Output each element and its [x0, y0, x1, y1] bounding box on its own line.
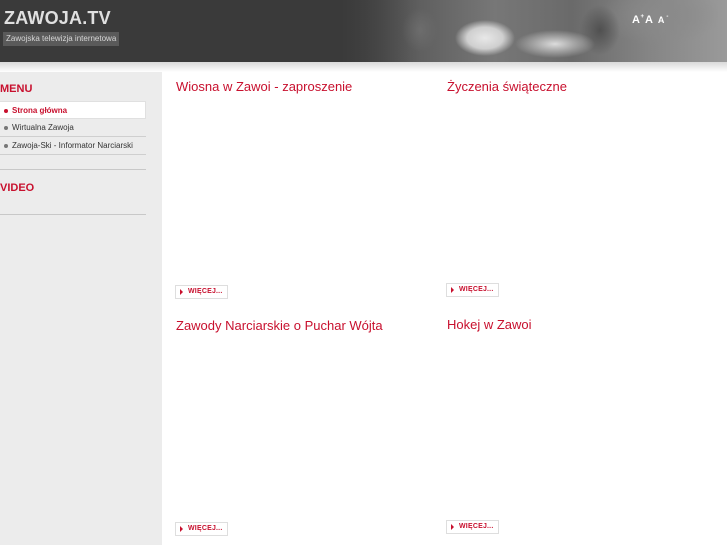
more-button-label: WIĘCEJ... [459, 286, 494, 293]
font-increase-sup: + [640, 14, 644, 20]
font-decrease-label: A [657, 15, 665, 25]
menu-item-label: Zawoja-Ski - Informator Narciarski [12, 141, 133, 150]
more-button[interactable]: WIĘCEJ... [446, 520, 500, 534]
arrow-right-icon [451, 287, 454, 293]
menu-divider [0, 169, 146, 170]
menu-item-home[interactable]: Strona główna [0, 101, 146, 119]
menu-list: Strona główna Wirtualna Zawoja Zawoja-Sk… [0, 101, 146, 155]
font-increase-button[interactable]: A + [632, 14, 644, 26]
video-heading: VIDEO [0, 182, 35, 194]
arrow-right-icon [451, 524, 454, 530]
article-title-link[interactable]: Hokej w Zawoi [447, 317, 532, 332]
more-button[interactable]: WIĘCEJ... [175, 285, 229, 299]
more-button[interactable]: WIĘCEJ... [446, 283, 500, 297]
menu-item-label: Strona główna [12, 106, 68, 115]
page: ZAWOJA.TV Zawojska telewizja internetowa… [0, 0, 727, 545]
bullet-icon [4, 144, 8, 148]
arrow-right-icon [180, 526, 183, 532]
more-button-label: WIĘCEJ... [459, 523, 494, 530]
menu-item-label: Wirtualna Zawoja [12, 123, 74, 132]
article-title-link[interactable]: Zawody Narciarskie o Puchar Wójta [176, 318, 383, 333]
more-button[interactable]: WIĘCEJ... [175, 522, 229, 536]
header-shadow-bar [0, 62, 727, 72]
menu-item-zawoja-ski[interactable]: Zawoja-Ski - Informator Narciarski [0, 137, 146, 155]
menu-heading: MENU [0, 83, 33, 95]
more-button-label: WIĘCEJ... [188, 288, 223, 295]
site-tagline: Zawojska telewizja internetowa [3, 32, 120, 46]
site-logo-link[interactable]: ZAWOJA.TV [4, 8, 111, 29]
font-increase-label: A [632, 14, 640, 26]
arrow-right-icon [180, 289, 183, 295]
font-size-tools: A + A A- [632, 14, 669, 26]
font-decrease-button[interactable]: A- [657, 14, 669, 26]
font-reset-label: A [644, 14, 653, 26]
video-divider [0, 214, 146, 215]
article-title-link[interactable]: Wiosna w Zawoi - zaproszenie [176, 79, 352, 94]
menu-item-virtual-zawoja[interactable]: Wirtualna Zawoja [0, 119, 146, 137]
bullet-icon [4, 126, 8, 130]
article-title-link[interactable]: Życzenia świąteczne [447, 79, 567, 94]
font-reset-button[interactable]: A [645, 14, 653, 26]
font-decrease-sup: - [666, 14, 669, 20]
site-header: ZAWOJA.TV Zawojska telewizja internetowa… [0, 0, 727, 62]
bullet-icon [4, 109, 8, 113]
header-fade [300, 0, 420, 62]
more-button-label: WIĘCEJ... [188, 525, 223, 532]
